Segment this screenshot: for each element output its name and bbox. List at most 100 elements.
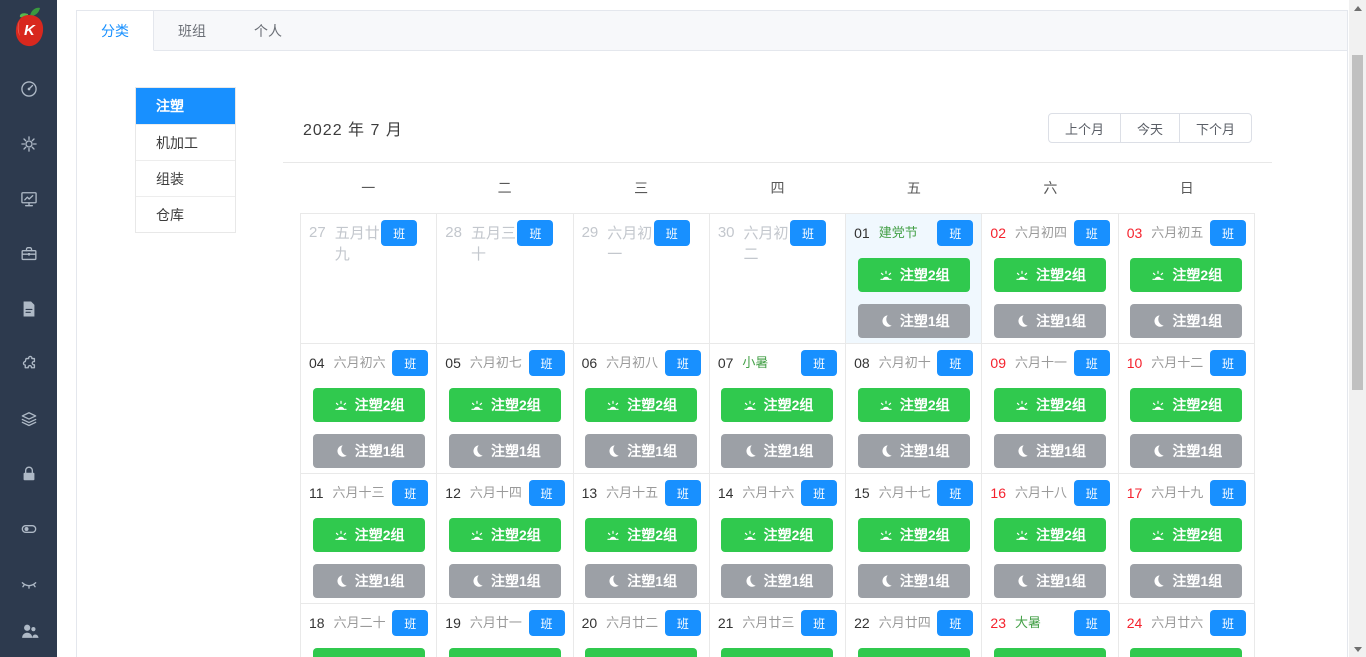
calendar-cell[interactable]: 20六月廿二班注塑2组注塑1组 <box>573 604 710 657</box>
shift-badge[interactable]: 班 <box>392 480 429 506</box>
shift-badge[interactable]: 班 <box>528 610 565 636</box>
shift-badge[interactable]: 班 <box>392 610 429 636</box>
settings-gear-icon[interactable] <box>18 133 40 155</box>
night-shift-button[interactable]: 注塑1组 <box>857 304 970 338</box>
shift-badge[interactable]: 班 <box>653 220 690 246</box>
shift-badge[interactable]: 班 <box>392 350 429 376</box>
calendar-cell[interactable]: 07 小暑 班注塑2组 注塑1组 <box>709 344 847 474</box>
category-item[interactable]: 注塑 <box>136 88 235 124</box>
shift-badge[interactable]: 班 <box>801 350 838 376</box>
calendar-cell[interactable]: 27 五月廿九班 <box>301 214 438 344</box>
night-shift-button[interactable]: 注塑1组 <box>448 434 561 468</box>
shift-badge[interactable]: 班 <box>937 610 974 636</box>
shift-badge[interactable]: 班 <box>937 220 974 246</box>
shift-badge[interactable]: 班 <box>1073 350 1110 376</box>
day-shift-button[interactable]: 注塑2组 <box>857 258 970 292</box>
day-shift-button[interactable]: 注塑2组 <box>585 648 698 657</box>
shift-badge[interactable]: 班 <box>790 220 827 246</box>
calendar-cell[interactable]: 15 六月十七班注塑2组 注塑1组 <box>846 474 983 604</box>
calendar-cell[interactable]: 01 建党节 班注塑2组 注塑1组 <box>846 214 983 344</box>
night-shift-button[interactable]: 注塑1组 <box>312 434 425 468</box>
shift-badge[interactable]: 班 <box>1073 220 1110 246</box>
calendar-cell[interactable]: 03 六月初五班注塑2组 注塑1组 <box>1118 214 1255 344</box>
tab-个人[interactable]: 个人 <box>230 11 306 50</box>
calendar-cell[interactable]: 12 六月十四班注塑2组 注塑1组 <box>437 474 574 604</box>
shift-badge[interactable]: 班 <box>664 610 701 636</box>
calendar-cell[interactable]: 29 六月初一班 <box>573 214 710 344</box>
calendar-cell[interactable]: 28 五月三十班 <box>437 214 574 344</box>
day-shift-button[interactable]: 注塑2组 <box>585 518 698 552</box>
calendar-cell[interactable]: 19六月廿一班注塑2组注塑1组 <box>437 604 574 657</box>
today-button[interactable]: 今天 <box>1119 113 1180 143</box>
day-shift-button[interactable]: 注塑2组 <box>585 388 698 422</box>
calendar-cell[interactable]: 23大暑班注塑2组注塑1组 <box>982 604 1119 657</box>
night-shift-button[interactable]: 注塑1组 <box>994 434 1107 468</box>
shift-badge[interactable]: 班 <box>381 220 418 246</box>
night-shift-button[interactable]: 注塑1组 <box>994 564 1107 598</box>
day-shift-button[interactable]: 注塑2组 <box>721 648 834 657</box>
tab-分类[interactable]: 分类 <box>77 11 154 51</box>
calendar-cell[interactable]: 21六月廿三班注塑2组注塑1组 <box>709 604 847 657</box>
category-item[interactable]: 机加工 <box>136 124 235 160</box>
night-shift-button[interactable]: 注塑1组 <box>857 434 970 468</box>
shift-badge[interactable]: 班 <box>1210 350 1246 376</box>
day-shift-button[interactable]: 注塑2组 <box>994 258 1107 292</box>
shift-badge[interactable]: 班 <box>1210 220 1246 246</box>
calendar-cell[interactable]: 30 六月初二班 <box>709 214 847 344</box>
calendar-cell[interactable]: 11 六月十三班注塑2组 注塑1组 <box>301 474 438 604</box>
prev-month-button[interactable]: 上个月 <box>1047 113 1121 143</box>
night-shift-button[interactable]: 注塑1组 <box>857 564 970 598</box>
day-shift-button[interactable]: 注塑2组 <box>721 518 834 552</box>
briefcase-icon[interactable] <box>18 243 40 265</box>
day-shift-button[interactable]: 注塑2组 <box>312 648 425 657</box>
next-month-button[interactable]: 下个月 <box>1178 113 1252 143</box>
scrollbar-up-arrow[interactable] <box>1349 0 1366 16</box>
eye-closed-icon[interactable] <box>18 573 40 595</box>
night-shift-button[interactable]: 注塑1组 <box>1130 434 1243 468</box>
night-shift-button[interactable]: 注塑1组 <box>994 304 1107 338</box>
scrollbar-thumb[interactable] <box>1352 55 1363 390</box>
calendar-cell[interactable]: 06 六月初八班注塑2组 注塑1组 <box>573 344 710 474</box>
dashboard-icon[interactable] <box>18 78 40 100</box>
day-shift-button[interactable]: 注塑2组 <box>857 518 970 552</box>
calendar-cell[interactable]: 09 六月十一班注塑2组 注塑1组 <box>982 344 1119 474</box>
calendar-cell[interactable]: 22六月廿四班注塑2组注塑1组 <box>846 604 983 657</box>
day-shift-button[interactable]: 注塑2组 <box>994 518 1107 552</box>
day-shift-button[interactable]: 注塑2组 <box>721 388 834 422</box>
day-shift-button[interactable]: 注塑2组 <box>448 518 561 552</box>
toggle-icon[interactable] <box>18 518 40 540</box>
shift-badge[interactable]: 班 <box>517 220 554 246</box>
calendar-cell[interactable]: 13 六月十五班注塑2组 注塑1组 <box>573 474 710 604</box>
night-shift-button[interactable]: 注塑1组 <box>448 564 561 598</box>
night-shift-button[interactable]: 注塑1组 <box>1130 564 1243 598</box>
layers-icon[interactable] <box>18 408 40 430</box>
shift-badge[interactable]: 班 <box>528 350 565 376</box>
puzzle-icon[interactable] <box>18 353 40 375</box>
night-shift-button[interactable]: 注塑1组 <box>585 564 698 598</box>
day-shift-button[interactable]: 注塑2组 <box>857 388 970 422</box>
night-shift-button[interactable]: 注塑1组 <box>721 564 834 598</box>
day-shift-button[interactable]: 注塑2组 <box>994 388 1107 422</box>
shift-badge[interactable]: 班 <box>1073 610 1110 636</box>
night-shift-button[interactable]: 注塑1组 <box>1130 304 1243 338</box>
tab-班组[interactable]: 班组 <box>154 11 230 50</box>
shift-badge[interactable]: 班 <box>1210 480 1246 506</box>
calendar-cell[interactable]: 16 六月十八班注塑2组 注塑1组 <box>982 474 1119 604</box>
page-scrollbar[interactable] <box>1349 0 1366 657</box>
calendar-cell[interactable]: 14 六月十六班注塑2组 注塑1组 <box>709 474 847 604</box>
day-shift-button[interactable]: 注塑2组 <box>1130 258 1243 292</box>
day-shift-button[interactable]: 注塑2组 <box>1130 388 1243 422</box>
lock-icon[interactable] <box>18 463 40 485</box>
category-item[interactable]: 仓库 <box>136 196 235 232</box>
day-shift-button[interactable]: 注塑2组 <box>994 648 1107 657</box>
calendar-cell[interactable]: 17 六月十九班注塑2组 注塑1组 <box>1118 474 1255 604</box>
monitor-chart-icon[interactable] <box>18 188 40 210</box>
calendar-cell[interactable]: 02 六月初四班注塑2组 注塑1组 <box>982 214 1119 344</box>
shift-badge[interactable]: 班 <box>1073 480 1110 506</box>
shift-badge[interactable]: 班 <box>664 480 701 506</box>
day-shift-button[interactable]: 注塑2组 <box>857 648 970 657</box>
scrollbar-down-arrow[interactable] <box>1349 641 1366 657</box>
day-shift-button[interactable]: 注塑2组 <box>312 518 425 552</box>
night-shift-button[interactable]: 注塑1组 <box>585 434 698 468</box>
users-icon[interactable] <box>0 611 57 651</box>
